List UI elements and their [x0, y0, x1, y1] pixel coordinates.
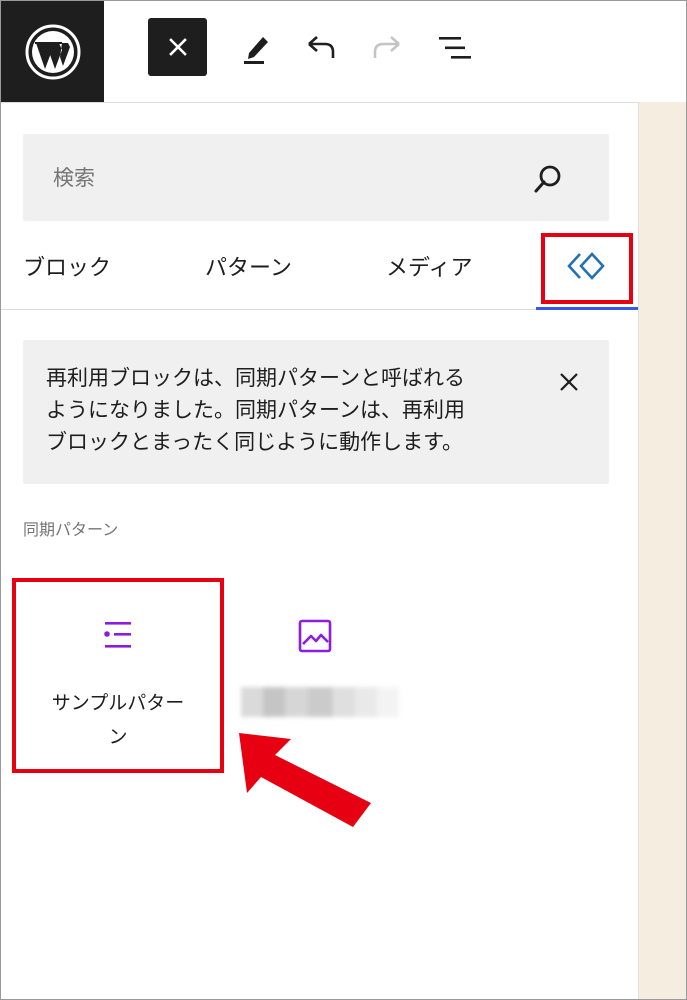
- notice-reusable-blocks: 再利用ブロックは、同期パターンと呼ばれる ようになりました。同期パターンは、再利…: [23, 340, 609, 484]
- close-inserter-button[interactable]: [148, 18, 207, 76]
- image-icon: [298, 619, 332, 653]
- notice-text: 再利用ブロックは、同期パターンと呼ばれる ようになりました。同期パターンは、再利…: [46, 362, 536, 458]
- notice-close-button[interactable]: [553, 366, 585, 398]
- undo-icon: [308, 36, 335, 58]
- search-box: [23, 134, 609, 221]
- notice-line: ようになりました。同期パターンは、再利用: [46, 398, 465, 422]
- wordpress-logo-icon: [25, 24, 80, 79]
- wordpress-logo-button[interactable]: [1, 1, 104, 102]
- notice-line: ブロックとまったく同じように動作します。: [46, 430, 464, 454]
- pencil-icon: [244, 37, 268, 64]
- list-view-icon: [439, 37, 471, 59]
- editor-toolbar: [1, 1, 686, 103]
- inserter-screen: ブロック パターン メディア 再利用ブロックは、同期パターンと呼ばれる ようにな…: [0, 0, 687, 1000]
- close-icon: [168, 38, 187, 56]
- tab-media[interactable]: メディア: [386, 223, 472, 309]
- close-icon: [560, 373, 578, 391]
- section-title: 同期パターン: [23, 520, 119, 539]
- tab-blocks[interactable]: ブロック: [23, 223, 111, 309]
- search-icon[interactable]: [530, 161, 566, 197]
- highlight-box-tab: [541, 233, 633, 304]
- redo-icon: [373, 36, 400, 58]
- undo-button[interactable]: [301, 28, 341, 68]
- redo-button[interactable]: [367, 28, 407, 68]
- editor-canvas[interactable]: [638, 102, 686, 999]
- tab-selected-indicator: [536, 307, 638, 310]
- tab-patterns[interactable]: パターン: [205, 223, 292, 309]
- list-view-button[interactable]: [435, 28, 475, 68]
- annotation-arrow-icon: [239, 733, 371, 827]
- search-input[interactable]: [23, 134, 523, 221]
- highlight-box-pattern: [12, 578, 224, 773]
- tools-button[interactable]: [236, 28, 276, 68]
- pattern-label-blurred: [241, 687, 399, 717]
- notice-line: 再利用ブロックは、同期パターンと呼ばれる: [46, 366, 465, 390]
